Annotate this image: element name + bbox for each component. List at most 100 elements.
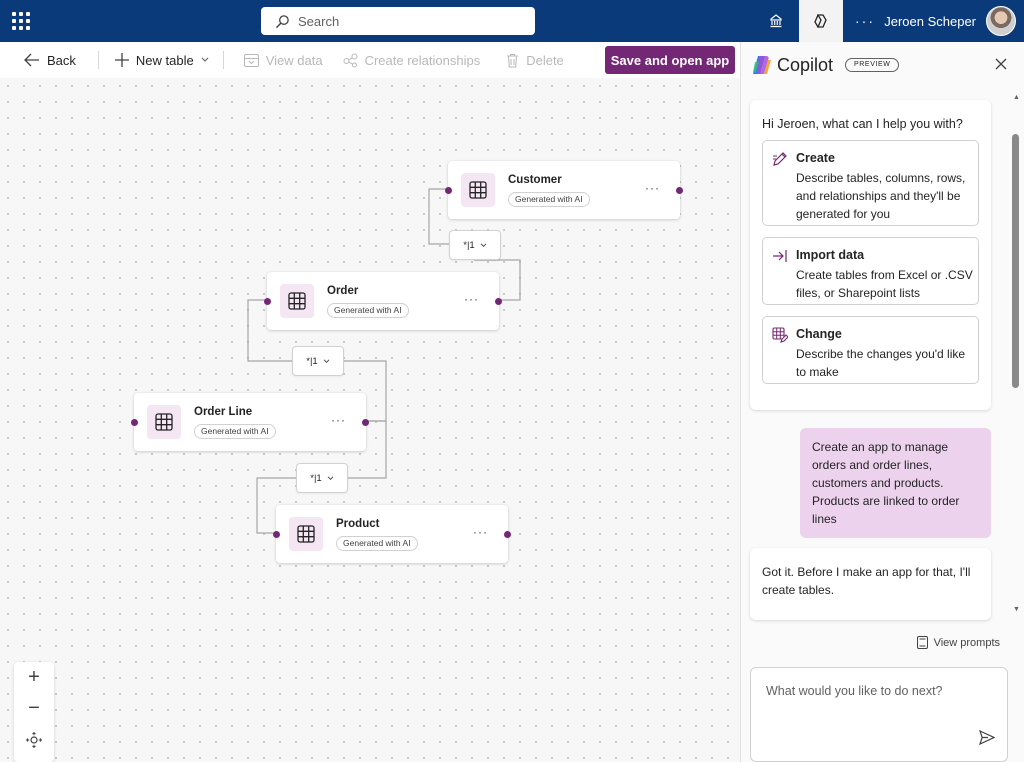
view-data-button[interactable]: View data [228, 42, 333, 78]
chat-input[interactable]: What would you like to do next? [750, 667, 1008, 762]
top-bar: Search ··· Jeroen Scheper [0, 0, 1024, 42]
option-change[interactable]: Change Describe the changes you'd like t… [762, 316, 979, 384]
back-label: Back [47, 52, 76, 68]
plus-icon [114, 53, 129, 67]
chevron-down-icon [327, 476, 334, 480]
connection-handle-right[interactable] [504, 531, 511, 538]
relationship-button[interactable]: *|1 [292, 346, 344, 376]
fit-view-button[interactable] [14, 724, 54, 755]
copilot-title: Copilot [777, 55, 834, 75]
chevron-down-icon [201, 57, 209, 62]
divider [222, 51, 224, 69]
zoom-controls: + − [14, 662, 54, 762]
greeting-text: Hi Jeroen, what can I help you with? [762, 117, 963, 131]
table-view-icon [243, 53, 259, 67]
table-title: Product [336, 518, 380, 530]
table-title: Order [327, 285, 359, 297]
chat-input-placeholder: What would you like to do next? [766, 684, 943, 698]
table-card-product[interactable]: Product Generated with AI ··· [273, 505, 511, 563]
connection-handle-left[interactable] [445, 187, 452, 194]
diagram-canvas[interactable]: Customer Generated with AI ··· *|1 Order… [0, 78, 740, 762]
copilot-toggle-icon[interactable] [799, 0, 843, 42]
scroll-down-icon[interactable]: ▼ [1012, 606, 1021, 616]
view-prompts-label: View prompts [933, 636, 1000, 649]
create-relationships-button[interactable]: Create relationships [333, 42, 491, 78]
option-description: Describe tables, columns, rows, and rela… [796, 171, 966, 221]
option-title: Create [796, 151, 835, 165]
table-grid-icon [461, 173, 495, 207]
search-box[interactable]: Search [261, 7, 535, 35]
search-icon [275, 14, 289, 28]
connection-handle-right[interactable] [495, 298, 502, 305]
option-create[interactable]: Create Describe tables, columns, rows, a… [762, 140, 979, 226]
more-options-icon[interactable]: ··· [464, 292, 479, 306]
relationship-button[interactable]: *|1 [449, 230, 501, 260]
relationship-icon [343, 53, 358, 67]
more-icon[interactable]: ··· [843, 0, 887, 42]
option-import-data[interactable]: Import data Create tables from Excel or … [762, 237, 979, 305]
search-placeholder: Search [298, 13, 340, 29]
connection-handle-left[interactable] [131, 419, 138, 426]
app-launcher-icon[interactable] [12, 12, 30, 30]
more-options-icon[interactable]: ··· [331, 413, 346, 427]
table-grid-icon [280, 284, 314, 318]
table-title: Customer [508, 174, 562, 186]
avatar[interactable] [986, 6, 1016, 36]
new-table-button[interactable]: New table [103, 42, 219, 78]
relationship-label: *|1 [463, 239, 475, 251]
delete-label: Delete [526, 52, 564, 68]
environment-icon[interactable] [754, 0, 798, 42]
table-title: Order Line [194, 406, 253, 418]
table-card-order-line[interactable]: Order Line Generated with AI ··· [131, 393, 369, 451]
option-title: Change [796, 327, 842, 341]
more-options-icon[interactable]: ··· [645, 181, 660, 195]
generated-badge: Generated with AI [336, 536, 418, 551]
zoom-out-button[interactable]: − [14, 693, 54, 724]
trash-icon [507, 53, 519, 67]
table-card-customer[interactable]: Customer Generated with AI ··· [445, 161, 683, 219]
option-description: Create tables from Excel or .CSV files, … [796, 268, 973, 300]
option-description: Describe the changes you'd like to make [796, 347, 966, 379]
back-button[interactable]: Back [0, 42, 86, 78]
preview-badge: PREVIEW [845, 58, 900, 72]
table-grid-icon [147, 405, 181, 439]
close-icon[interactable] [995, 58, 1007, 70]
save-and-open-app-button[interactable]: Save and open app [605, 46, 735, 74]
fit-view-icon [26, 731, 42, 748]
connection-handle-right[interactable] [676, 187, 683, 194]
prompt-book-icon [916, 636, 928, 649]
divider [97, 51, 99, 69]
relationship-label: *|1 [306, 355, 318, 367]
table-edit-icon [772, 327, 788, 343]
view-data-label: View data [265, 52, 323, 68]
more-options-icon[interactable]: ··· [473, 525, 488, 539]
connection-handle-left[interactable] [264, 298, 271, 305]
new-table-label: New table [135, 52, 194, 68]
copilot-pane: Copilot PREVIEW ▲ ▼ Hi Jeroen, what can … [740, 42, 1024, 762]
create-relationships-label: Create relationships [364, 52, 481, 68]
scrollbar-thumb[interactable] [1012, 134, 1019, 388]
import-arrow-icon [773, 250, 787, 262]
welcome-card: Hi Jeroen, what can I help you with? Cre… [750, 100, 991, 410]
assistant-message: Got it. Before I make an app for that, I… [750, 548, 991, 620]
generated-badge: Generated with AI [194, 424, 276, 439]
user-message: Create an app to manage orders and order… [800, 428, 991, 538]
user-name[interactable]: Jeroen Scheper [884, 14, 976, 29]
scroll-up-icon[interactable]: ▲ [1012, 94, 1021, 104]
connection-handle-right[interactable] [362, 419, 369, 426]
copilot-header: Copilot PREVIEW [741, 42, 1024, 92]
arrow-left-icon [24, 53, 39, 67]
chevron-down-icon [480, 243, 487, 247]
view-prompts-button[interactable]: View prompts [916, 636, 1000, 649]
connection-handle-left[interactable] [273, 531, 280, 538]
delete-button[interactable]: Delete [490, 42, 574, 78]
chevron-down-icon [323, 359, 330, 363]
generated-badge: Generated with AI [327, 303, 409, 318]
option-title: Import data [796, 248, 865, 262]
copilot-logo-icon [753, 56, 771, 74]
table-grid-icon [289, 517, 323, 551]
table-card-order[interactable]: Order Generated with AI ··· [264, 272, 502, 330]
send-icon[interactable] [979, 730, 995, 745]
zoom-in-button[interactable]: + [14, 662, 54, 693]
relationship-button[interactable]: *|1 [296, 463, 348, 493]
